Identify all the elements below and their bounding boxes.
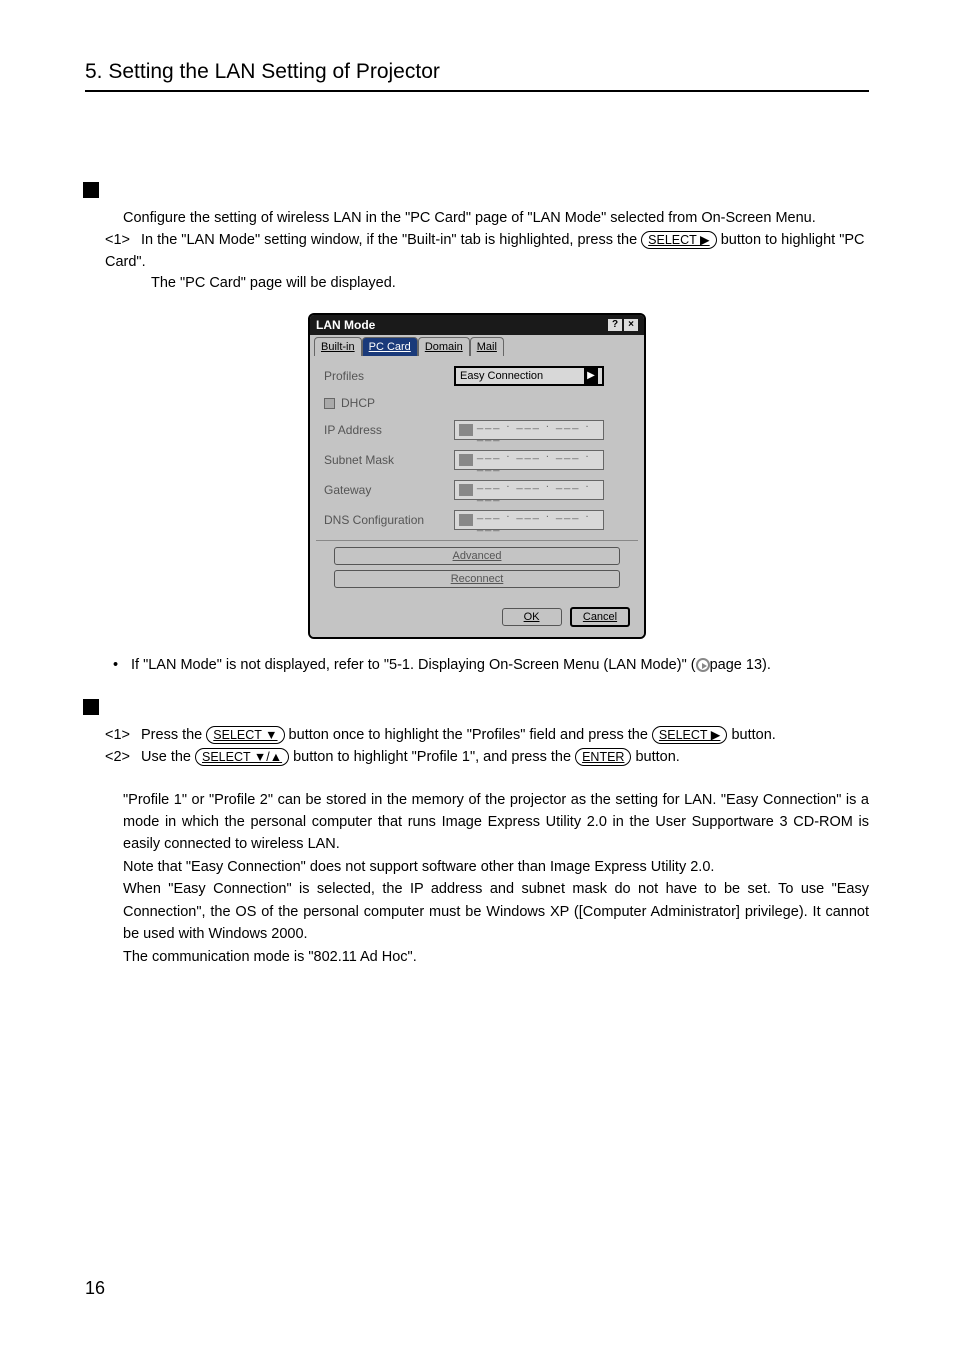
dns-label: DNS Configuration bbox=[324, 513, 454, 527]
keyboard-icon bbox=[459, 484, 473, 496]
tab-pc-card: PC Card bbox=[362, 337, 418, 356]
tab-mail: Mail bbox=[470, 337, 504, 356]
select-right-button-label: SELECT ▶ bbox=[641, 231, 717, 249]
gateway-placeholder: ___ . ___ . ___ . ___ bbox=[477, 478, 599, 502]
section-marker bbox=[83, 699, 99, 715]
step-number: <1> bbox=[105, 230, 141, 252]
bullet-dot: • bbox=[113, 657, 131, 673]
dhcp-checkbox: DHCP bbox=[324, 396, 375, 410]
dialog-button-row: Advanced Reconnect bbox=[316, 540, 638, 593]
intro-text: Configure the setting of wireless LAN in… bbox=[123, 208, 869, 230]
dhcp-label: DHCP bbox=[341, 396, 375, 410]
subnet-label: Subnet Mask bbox=[324, 453, 454, 467]
select-updown-button-label: SELECT ▼/▲ bbox=[195, 748, 289, 766]
dialog-titlebar-icons: ? × bbox=[608, 319, 638, 331]
dialog-tabs: Built-in PC Card Domain Mail bbox=[310, 335, 644, 356]
ip-field: ___ . ___ . ___ . ___ bbox=[454, 420, 604, 440]
step-1-line2: The "PC Card" page will be displayed. bbox=[151, 273, 869, 295]
page-ref-icon bbox=[696, 658, 710, 672]
advanced-button: Advanced bbox=[334, 547, 620, 565]
profiles-row: Profiles Easy Connection ▶ bbox=[324, 366, 630, 386]
dhcp-row: DHCP bbox=[324, 396, 630, 410]
step-text: button once to highlight the "Profiles" … bbox=[285, 727, 652, 743]
lan-mode-dialog-screenshot: LAN Mode ? × Built-in PC Card Domain Mai… bbox=[308, 313, 646, 639]
note-bullet: •If "LAN Mode" is not displayed, refer t… bbox=[113, 657, 869, 673]
note-text-b: page 13). bbox=[710, 657, 771, 673]
step-number: <2> bbox=[105, 747, 141, 769]
step-text: button. bbox=[727, 727, 775, 743]
step-text: button to highlight "Profile 1", and pre… bbox=[289, 749, 575, 765]
profiles-dropdown: Easy Connection ▶ bbox=[454, 366, 604, 386]
subnet-row: Subnet Mask ___ . ___ . ___ . ___ bbox=[324, 450, 630, 470]
step-number: <1> bbox=[105, 725, 141, 747]
select-down-button-label: SELECT ▼ bbox=[206, 726, 284, 744]
step-1: <1>In the "LAN Mode" setting window, if … bbox=[105, 230, 869, 274]
ip-placeholder: ___ . ___ . ___ . ___ bbox=[477, 418, 599, 442]
dialog-bottom-buttons: OK Cancel bbox=[310, 599, 644, 637]
dropdown-arrow-icon: ▶ bbox=[584, 368, 598, 384]
keyboard-icon bbox=[459, 454, 473, 466]
help-icon: ? bbox=[608, 319, 622, 331]
gateway-label: Gateway bbox=[324, 483, 454, 497]
cancel-button: Cancel bbox=[570, 607, 630, 627]
profiles-value: Easy Connection bbox=[460, 370, 543, 382]
ip-row: IP Address ___ . ___ . ___ . ___ bbox=[324, 420, 630, 440]
dns-placeholder: ___ . ___ . ___ . ___ bbox=[477, 508, 599, 532]
subnet-field: ___ . ___ . ___ . ___ bbox=[454, 450, 604, 470]
sec2-step-1: <1>Press the SELECT ▼ button once to hig… bbox=[105, 725, 869, 747]
tab-builtin: Built-in bbox=[314, 337, 362, 356]
keyboard-icon bbox=[459, 514, 473, 526]
step-text-a: In the "LAN Mode" setting window, if the… bbox=[141, 232, 641, 248]
section-marker bbox=[83, 182, 99, 198]
sec2-step-2: <2>Use the SELECT ▼/▲ button to highligh… bbox=[105, 747, 869, 769]
ok-button: OK bbox=[502, 608, 562, 626]
ip-label: IP Address bbox=[324, 423, 454, 437]
step-text: button. bbox=[631, 749, 679, 765]
checkbox-icon bbox=[324, 398, 335, 409]
close-icon: × bbox=[624, 319, 638, 331]
section-header: 5. Setting the LAN Setting of Projector bbox=[85, 60, 869, 92]
step-text: Press the bbox=[141, 727, 206, 743]
note-text-a: If "LAN Mode" is not displayed, refer to… bbox=[131, 657, 696, 673]
dialog-title-text: LAN Mode bbox=[316, 318, 375, 332]
page-number: 16 bbox=[85, 1278, 105, 1299]
dns-row: DNS Configuration ___ . ___ . ___ . ___ bbox=[324, 510, 630, 530]
profiles-label: Profiles bbox=[324, 369, 454, 383]
gateway-row: Gateway ___ . ___ . ___ . ___ bbox=[324, 480, 630, 500]
subnet-placeholder: ___ . ___ . ___ . ___ bbox=[477, 448, 599, 472]
enter-button-label: ENTER bbox=[575, 748, 631, 766]
reconnect-button: Reconnect bbox=[334, 570, 620, 588]
dialog-titlebar: LAN Mode ? × bbox=[310, 315, 644, 335]
step-text: Use the bbox=[141, 749, 195, 765]
gateway-field: ___ . ___ . ___ . ___ bbox=[454, 480, 604, 500]
select-right-button-label: SELECT ▶ bbox=[652, 726, 728, 744]
explanation-paragraph: "Profile 1" or "Profile 2" can be stored… bbox=[123, 789, 869, 969]
dns-field: ___ . ___ . ___ . ___ bbox=[454, 510, 604, 530]
tab-domain: Domain bbox=[418, 337, 470, 356]
keyboard-icon bbox=[459, 424, 473, 436]
